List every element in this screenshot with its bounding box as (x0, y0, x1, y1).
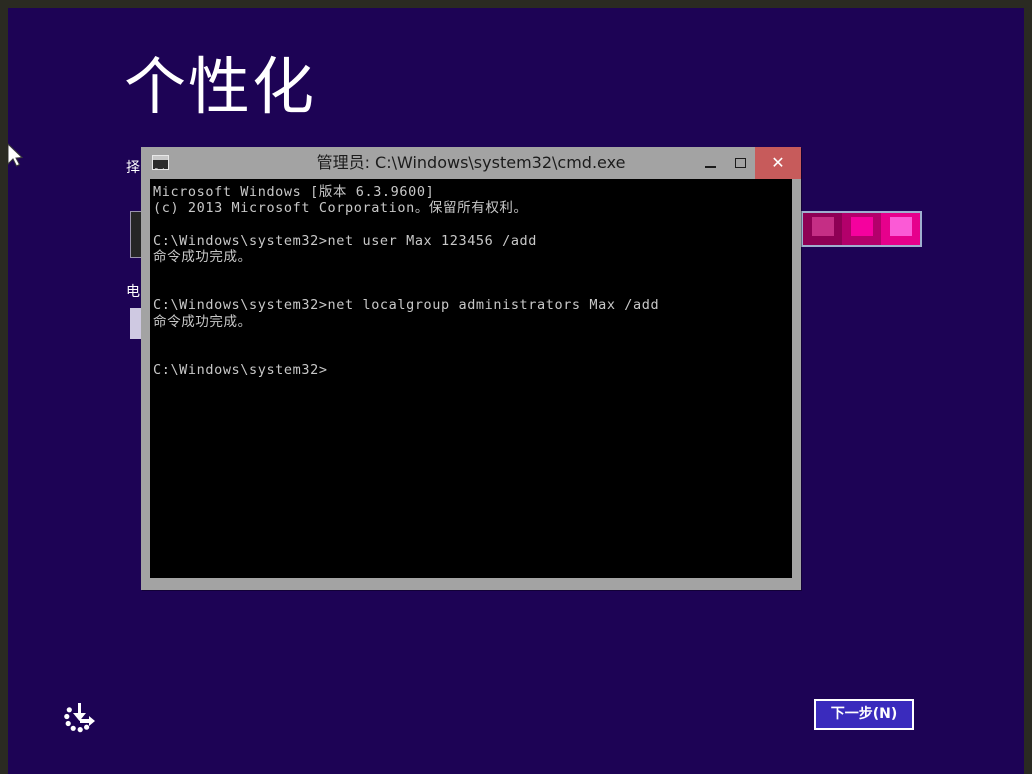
next-button[interactable]: 下一步(N) (814, 699, 914, 730)
cmd-titlebar[interactable]: C:\. 管理员: C:\Windows\system32\cmd.exe ✕ (141, 147, 801, 179)
ease-of-access-button[interactable] (56, 694, 100, 738)
accent-color-picker[interactable] (801, 211, 922, 247)
color-tile-bright-pink[interactable] (881, 213, 920, 245)
pc-name-label: 电 (126, 282, 140, 300)
color-tile-inner (851, 217, 873, 236)
cmd-console-output-area[interactable]: Microsoft Windows [版本 6.3.9600] (c) 2013… (150, 179, 792, 578)
maximize-icon (735, 158, 746, 168)
ease-of-access-icon (56, 694, 100, 738)
close-button[interactable]: ✕ (755, 147, 801, 179)
page-title: 个性化 (124, 50, 316, 124)
accent-color-label: 择 (126, 158, 142, 176)
maximize-button[interactable] (725, 147, 755, 179)
minimize-button[interactable] (695, 147, 725, 179)
minimize-icon (705, 166, 716, 168)
color-tile-inner (890, 217, 912, 236)
color-tile-medium-magenta[interactable] (842, 213, 881, 245)
cmd-window-controls[interactable]: ✕ (695, 147, 801, 179)
cmd-window[interactable]: C:\. 管理员: C:\Windows\system32\cmd.exe ✕ … (141, 147, 801, 590)
screen-bezel: 个性化 择 电 (0, 0, 1032, 774)
oobe-personalize-screen: 个性化 择 电 (8, 8, 1024, 774)
mouse-pointer-icon (8, 140, 24, 170)
color-tile-dark-magenta[interactable] (803, 213, 842, 245)
cmd-console-text: Microsoft Windows [版本 6.3.9600] (c) 2013… (153, 184, 792, 378)
color-tile-inner (812, 217, 834, 236)
